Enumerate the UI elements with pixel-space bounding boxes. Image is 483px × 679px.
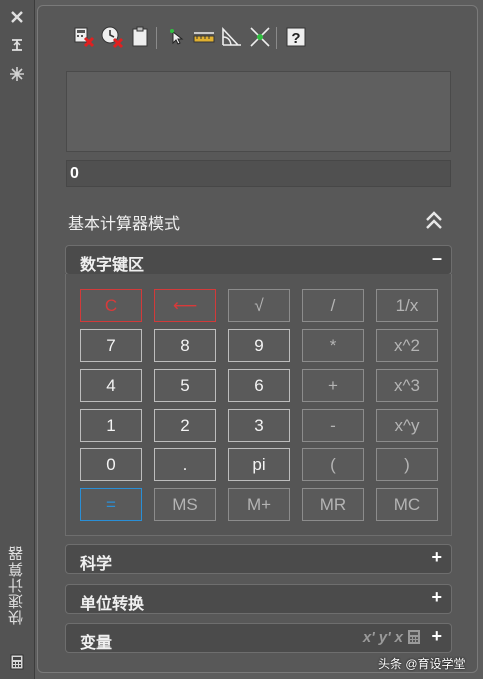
section-science-title: 科学 [80, 556, 113, 573]
clear-history-button[interactable] [100, 25, 124, 49]
digit-0-key[interactable]: 0 [80, 448, 142, 481]
pi-key[interactable]: pi [228, 448, 290, 481]
close-paren-key[interactable]: ) [376, 448, 438, 481]
section-science[interactable]: 科学 + [65, 544, 452, 574]
new-variable-icon[interactable]: x' [363, 629, 375, 646]
intersection-of-lines-button[interactable] [248, 25, 272, 49]
delete-variable-icon[interactable]: x [395, 629, 403, 646]
paste-icon [132, 26, 148, 47]
section-numpad-title: 数字键区 [80, 257, 145, 274]
reciprocal-key[interactable]: 1/x [376, 289, 438, 322]
input-box[interactable]: 0 [66, 160, 451, 187]
digit-9-key[interactable]: 9 [228, 329, 290, 362]
digit-2-key[interactable]: 2 [154, 409, 216, 442]
help-button[interactable]: ? [284, 25, 308, 49]
sqrt-key[interactable]: √ [228, 289, 290, 322]
watermark: 头条 @育设学堂 [378, 657, 466, 671]
clear-key[interactable]: C [80, 289, 142, 322]
clear-icon [74, 27, 95, 48]
open-paren-key[interactable]: ( [302, 448, 364, 481]
digit-1-key[interactable]: 1 [80, 409, 142, 442]
digit-3-key[interactable]: 3 [228, 409, 290, 442]
properties-icon[interactable] [9, 66, 25, 82]
toolbar: ? [72, 25, 372, 51]
palette-title: 快速计算器 [8, 545, 25, 625]
variables-toolbar: x' y' x [363, 629, 421, 646]
pick-point-icon [170, 29, 184, 45]
toolbar-separator [276, 27, 277, 49]
angle-of-line-button[interactable] [220, 25, 244, 49]
collapse-section-button[interactable]: – [432, 248, 442, 269]
digit-7-key[interactable]: 7 [80, 329, 142, 362]
number-pad: C ⟵ √ / 1/x 7 8 9 * x^2 4 5 6 + x^3 1 2 3- x^y 0. pi () = MS M+ M… [65, 274, 452, 536]
edit-variable-icon[interactable]: y' [379, 629, 391, 646]
intersection-icon [250, 27, 270, 47]
toolbar-separator [156, 27, 157, 49]
section-units-title: 单位转换 [80, 596, 145, 613]
angle-icon [222, 26, 241, 46]
clear-history-icon [101, 26, 124, 49]
digit-4-key[interactable]: 4 [80, 369, 142, 402]
get-coordinates-button[interactable] [164, 25, 188, 49]
section-numpad[interactable]: 数字键区 – [65, 245, 452, 275]
svg-text:?: ? [291, 30, 300, 47]
expand-section-button[interactable]: + [431, 547, 442, 568]
power-key[interactable]: x^y [376, 409, 438, 442]
memory-add-key[interactable]: M+ [228, 488, 290, 521]
memory-store-key[interactable]: MS [154, 488, 216, 521]
palette-title-bar: 快速计算器 [0, 0, 35, 679]
help-icon: ? [286, 27, 306, 47]
collapse-mode-button[interactable] [423, 209, 445, 233]
backspace-key[interactable]: ⟵ [154, 289, 216, 322]
calculator-icon[interactable] [407, 629, 421, 645]
digit-6-key[interactable]: 6 [228, 369, 290, 402]
clear-button[interactable] [72, 25, 96, 49]
add-key[interactable]: + [302, 369, 364, 402]
paste-value-button[interactable] [128, 25, 152, 49]
subtract-key[interactable]: - [302, 409, 364, 442]
digit-5-key[interactable]: 5 [154, 369, 216, 402]
multiply-key[interactable]: * [302, 329, 364, 362]
cube-key[interactable]: x^3 [376, 369, 438, 402]
expand-section-button[interactable]: + [431, 587, 442, 608]
history-area[interactable] [66, 71, 451, 152]
section-variables-title: 变量 [80, 635, 113, 652]
distance-icon [193, 32, 215, 43]
quickcalc-panel: ? 0 基本计算器模式 数字键区 – C ⟵ √ / 1/x 7 8 9 * x^2 4 5 6 + x^3… [37, 5, 478, 673]
expand-section-button[interactable]: + [431, 626, 442, 647]
section-variables[interactable]: 变量 x' y' x + [65, 623, 452, 653]
square-key[interactable]: x^2 [376, 329, 438, 362]
mode-label: 基本计算器模式 [68, 216, 181, 233]
double-chevron-up-icon [426, 211, 442, 229]
distance-between-points-button[interactable] [192, 25, 216, 49]
decimal-key[interactable]: . [154, 448, 216, 481]
digit-8-key[interactable]: 8 [154, 329, 216, 362]
divide-key[interactable]: / [302, 289, 364, 322]
calculator-icon [10, 654, 24, 670]
memory-recall-key[interactable]: MR [302, 488, 364, 521]
memory-clear-key[interactable]: MC [376, 488, 438, 521]
equals-key[interactable]: = [80, 488, 142, 521]
section-units[interactable]: 单位转换 + [65, 584, 452, 614]
auto-hide-icon[interactable] [9, 37, 25, 53]
close-icon[interactable] [9, 9, 25, 25]
